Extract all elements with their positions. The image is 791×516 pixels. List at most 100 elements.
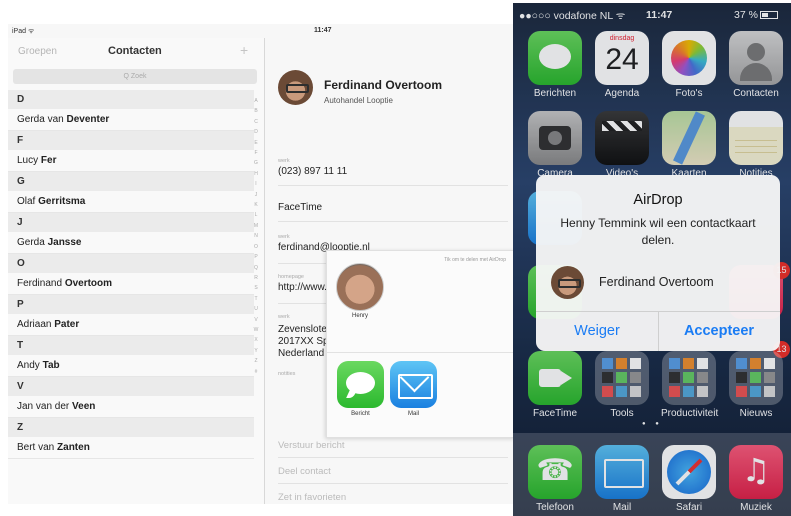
- section-header: T: [8, 336, 254, 355]
- contact-row[interactable]: Gerda van Deventer: [8, 109, 254, 131]
- search-input[interactable]: Q Zoek: [13, 69, 257, 84]
- contact-row[interactable]: Gerda Jansse: [8, 232, 254, 254]
- contact-avatar: [278, 70, 313, 105]
- contacts-list-pane: Groepen Contacten + Q Zoek D Gerda van D…: [8, 38, 265, 504]
- alphabet-index[interactable]: A B C D E F G H I J K L M N O P Q R S T U V W X Y Z #: [250, 96, 262, 377]
- index-letter[interactable]: R: [250, 273, 262, 283]
- index-letter[interactable]: J: [250, 190, 262, 200]
- ipad-device-label: iPad ᯤ: [12, 28, 35, 35]
- airdrop-hint: Tik om te delen met AirDrop: [444, 257, 506, 263]
- contact-last-name: Deventer: [66, 114, 110, 125]
- index-letter[interactable]: E: [250, 138, 262, 148]
- index-letter[interactable]: M: [250, 221, 262, 231]
- contact-first-name: Ferdinand: [17, 278, 65, 289]
- messages-icon: [337, 361, 384, 408]
- contact-last-name: Jansse: [47, 237, 82, 248]
- contact-last-name: Fer: [40, 155, 57, 166]
- index-letter[interactable]: Z: [250, 356, 262, 366]
- index-letter[interactable]: D: [250, 127, 262, 137]
- alert-title: AirDrop: [633, 192, 683, 208]
- groups-button[interactable]: Groepen: [18, 46, 57, 57]
- index-letter[interactable]: A: [250, 96, 262, 106]
- mail-icon: [390, 361, 437, 408]
- contact-last-name: Pater: [54, 319, 80, 330]
- contact-first-name: Gerda van: [17, 114, 67, 125]
- phone-value: (023) 897 11 11: [278, 166, 348, 177]
- section-header: V: [8, 377, 254, 396]
- index-letter[interactable]: L: [250, 210, 262, 220]
- alert-contact-card: Ferdinand Overtoom: [536, 262, 780, 304]
- phone-field[interactable]: werk (023) 897 11 11: [278, 158, 508, 186]
- contact-last-name: Overtoom: [64, 278, 113, 289]
- alert-contact-avatar: [551, 266, 584, 299]
- index-letter[interactable]: V: [250, 315, 262, 325]
- facetime-value: FaceTime: [278, 202, 323, 213]
- index-letter[interactable]: #: [250, 367, 262, 377]
- index-letter[interactable]: O: [250, 242, 262, 252]
- share-contact-button[interactable]: Deel contact: [278, 466, 508, 484]
- index-letter[interactable]: X: [250, 335, 262, 345]
- contact-first-name: Gerda: [17, 237, 48, 248]
- index-letter[interactable]: N: [250, 231, 262, 241]
- contact-list: D Gerda van Deventer F Lucy Fer G Olaf G…: [8, 90, 254, 459]
- add-favorites-button[interactable]: Zet in favorieten: [278, 492, 508, 504]
- contact-first-name: Lucy: [17, 155, 41, 166]
- airdrop-person-name: Henry: [351, 313, 368, 319]
- share-app-label: Bericht: [351, 411, 370, 417]
- iphone-screen: ●●○○○ vodafone NL ᯤ 11:47 37 % Berichten…: [513, 3, 791, 516]
- section-header: G: [8, 172, 254, 191]
- share-messages-button[interactable]: Bericht: [337, 361, 384, 417]
- index-letter[interactable]: H: [250, 169, 262, 179]
- airdrop-alert: AirDrop Henny Temmink wil een contactkaa…: [536, 175, 780, 351]
- section-header: D: [8, 90, 254, 109]
- accept-button[interactable]: Accepteer: [658, 311, 780, 351]
- contact-last-name: Zanten: [57, 442, 90, 453]
- decline-button[interactable]: Weiger: [536, 311, 658, 351]
- contacts-title: Contacten: [108, 45, 162, 57]
- phone-label: werk: [278, 158, 290, 164]
- contact-first-name: Jan van der: [17, 401, 73, 412]
- contact-last-name: Tab: [42, 360, 60, 371]
- index-letter[interactable]: F: [250, 148, 262, 158]
- contact-name: Ferdinand Overtoom: [324, 78, 443, 92]
- index-letter[interactable]: I: [250, 179, 262, 189]
- contacts-navbar: Groepen Contacten +: [8, 38, 265, 66]
- index-letter[interactable]: Q: [250, 263, 262, 273]
- index-letter[interactable]: W: [250, 325, 262, 335]
- contact-company: Autohandel Looptie: [324, 96, 393, 105]
- contact-row[interactable]: Olaf Gerritsma: [8, 191, 254, 213]
- index-letter[interactable]: K: [250, 200, 262, 210]
- email-label: werk: [278, 234, 290, 240]
- contact-first-name: Olaf: [17, 196, 39, 207]
- add-contact-button[interactable]: +: [240, 42, 248, 58]
- facetime-field[interactable]: FaceTime: [278, 200, 508, 222]
- contact-row[interactable]: Jan van der Veen: [8, 396, 254, 418]
- index-letter[interactable]: B: [250, 106, 262, 116]
- section-header: Z: [8, 418, 254, 437]
- share-divider: [327, 352, 514, 353]
- index-letter[interactable]: S: [250, 283, 262, 293]
- ipad-status-bar: iPad ᯤ 11:47: [8, 24, 515, 38]
- share-sheet: Tik om te delen met AirDrop Henry Berich…: [326, 250, 515, 438]
- airdrop-person-avatar[interactable]: [336, 263, 384, 311]
- contact-row[interactable]: Bert van Zanten: [8, 437, 254, 459]
- index-letter[interactable]: G: [250, 158, 262, 168]
- index-letter[interactable]: P: [250, 252, 262, 262]
- section-header: O: [8, 254, 254, 273]
- alert-contact-name: Ferdinand Overtoom: [599, 275, 714, 289]
- contact-last-name: Veen: [72, 401, 96, 412]
- contact-row[interactable]: Adriaan Pater: [8, 314, 254, 336]
- index-letter[interactable]: T: [250, 294, 262, 304]
- alert-message: Henny Temmink wil een contactkaart delen…: [560, 216, 756, 247]
- contact-row[interactable]: Andy Tab: [8, 355, 254, 377]
- ipad-clock: 11:47: [314, 27, 332, 34]
- index-letter[interactable]: U: [250, 304, 262, 314]
- contact-first-name: Adriaan: [17, 319, 55, 330]
- share-mail-button[interactable]: Mail: [390, 361, 437, 417]
- section-header: F: [8, 131, 254, 150]
- contact-row[interactable]: Lucy Fer: [8, 150, 254, 172]
- send-message-button[interactable]: Verstuur bericht: [278, 440, 508, 458]
- index-letter[interactable]: C: [250, 117, 262, 127]
- index-letter[interactable]: Y: [250, 346, 262, 356]
- contact-row[interactable]: Ferdinand Overtoom: [8, 273, 254, 295]
